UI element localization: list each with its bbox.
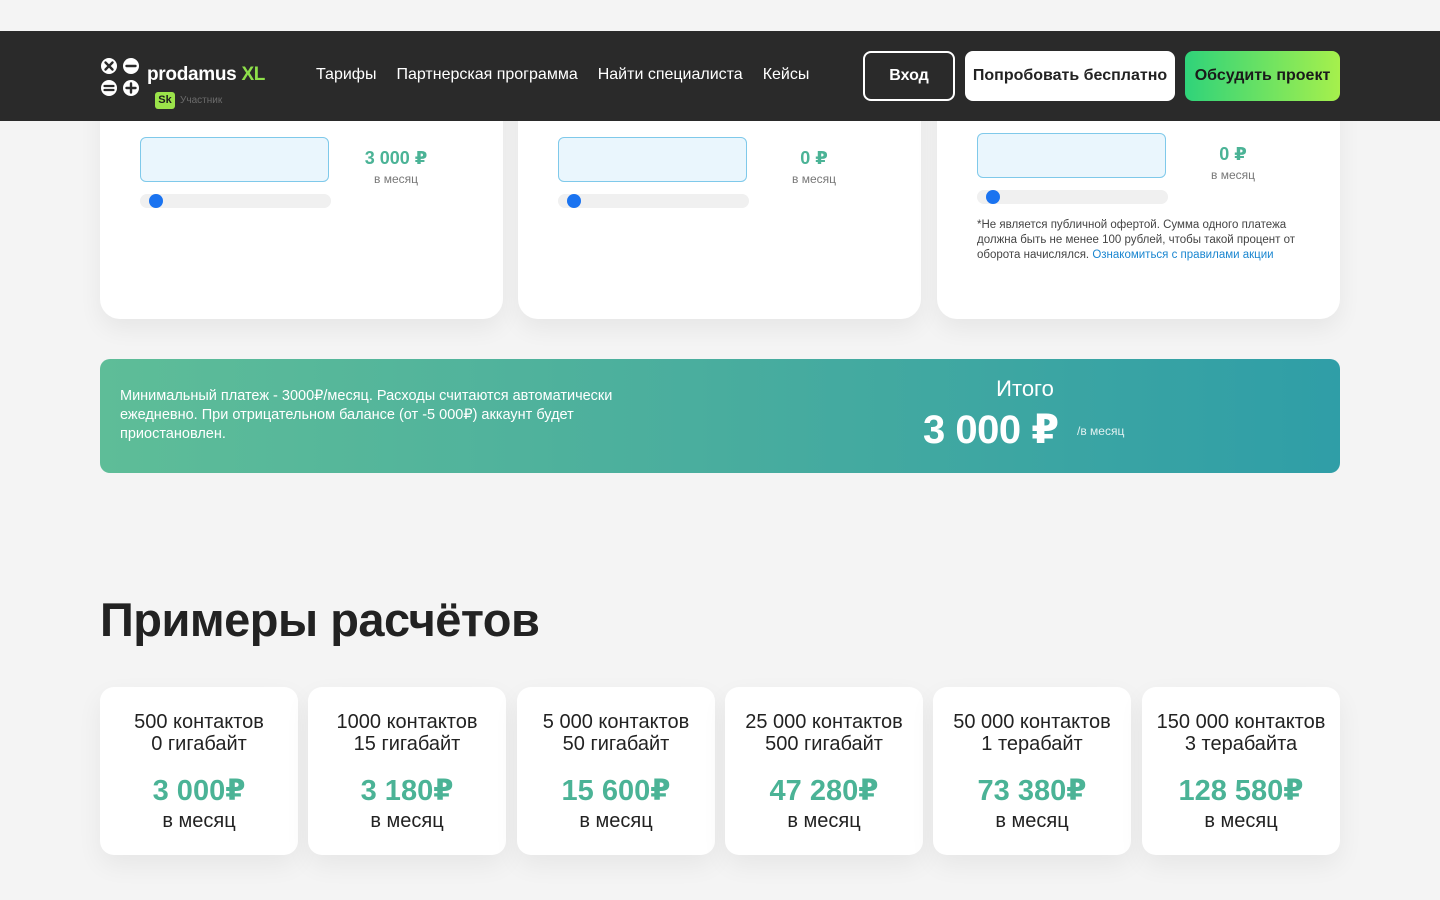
offer-disclaimer: *Не является публичной офертой. Сумма од… (977, 218, 1307, 263)
example-card: 500 контактов 0 гигабайт 3 000₽ в месяц (100, 687, 298, 855)
calculator-price-3: 0 ₽ (1219, 144, 1247, 164)
calculator-slider-3[interactable] (977, 190, 1168, 204)
total-amount: 3 000 ₽ (923, 408, 1059, 452)
calculator-unit-3: в месяц (1210, 168, 1255, 182)
example-card: 25 000 контактов 500 гигабайт 47 280₽ в … (725, 687, 923, 855)
nav-partner-program[interactable]: Партнерская программа (396, 66, 577, 84)
example-price: 73 380₽ (977, 775, 1087, 807)
example-unit: в месяц (1204, 810, 1278, 832)
example-storage: 3 терабайта (1184, 733, 1298, 755)
login-button[interactable]: Вход (863, 51, 955, 101)
example-contacts: 25 000 контактов (745, 711, 903, 733)
main-nav: Тарифы Партнерская программа Найти специ… (316, 66, 809, 84)
calculator-unit-1: в месяц (373, 172, 418, 186)
example-card: 150 000 контактов 3 терабайта 128 580₽ в… (1142, 687, 1340, 855)
calculator-input-2[interactable] (558, 137, 747, 182)
example-card: 1000 контактов 15 гигабайт 3 180₽ в меся… (308, 687, 506, 855)
nav-tariffs[interactable]: Тарифы (316, 66, 376, 84)
slider-thumb[interactable] (986, 190, 1000, 204)
example-storage: 50 гигабайт (562, 733, 670, 755)
skolkovo-badge-icon: Sk (155, 92, 175, 109)
example-storage: 15 гигабайт (353, 733, 461, 755)
total-label: Итого (996, 376, 1054, 401)
try-free-button[interactable]: Попробовать бесплатно (965, 51, 1175, 101)
billing-description: Минимальный платеж - 3000₽/месяц. Расход… (120, 388, 613, 442)
calculator-price-1: 3 000 ₽ (364, 148, 428, 168)
logo-calculator-icon (101, 58, 139, 96)
example-contacts: 500 контактов (134, 711, 264, 733)
calculator-input-1[interactable] (140, 137, 329, 182)
example-unit: в месяц (162, 810, 236, 832)
example-price: 47 280₽ (769, 775, 879, 807)
examples-title: Примеры расчётов (100, 593, 540, 646)
promo-rules-link[interactable]: Ознакомиться с правилами акции (1092, 249, 1273, 261)
calculator-unit-2: в месяц (791, 172, 836, 186)
example-unit: в месяц (787, 810, 861, 832)
site-header: prodamus XL Sk Участник Тарифы Партнерск… (0, 31, 1440, 121)
example-storage: 1 терабайт (981, 733, 1083, 755)
example-unit: в месяц (579, 810, 653, 832)
nav-cases[interactable]: Кейсы (763, 66, 810, 84)
example-price: 15 600₽ (561, 775, 671, 807)
example-storage: 500 гигабайт (765, 733, 883, 755)
slider-thumb[interactable] (149, 194, 163, 208)
slider-thumb[interactable] (567, 194, 581, 208)
example-card: 50 000 контактов 1 терабайт 73 380₽ в ме… (933, 687, 1131, 855)
logo-xl: XL (241, 64, 266, 85)
calculator-price-2: 0 ₽ (800, 148, 828, 168)
calculator-input-3[interactable] (977, 133, 1166, 178)
skolkovo-label: Участник (180, 95, 223, 106)
example-contacts: 5 000 контактов (542, 711, 690, 733)
logo-text: prodamus (147, 64, 237, 85)
example-price: 3 000₽ (152, 775, 246, 807)
total-unit: /в месяц (1077, 424, 1125, 438)
example-contacts: 1000 контактов (336, 711, 478, 733)
example-price: 128 580₽ (1178, 775, 1304, 807)
example-card: 5 000 контактов 50 гигабайт 15 600₽ в ме… (517, 687, 715, 855)
calculator-slider-1[interactable] (140, 194, 331, 208)
logo-wordmark: prodamus XL (147, 64, 265, 86)
calculator-slider-2[interactable] (558, 194, 749, 208)
nav-find-specialist[interactable]: Найти специалиста (598, 66, 743, 84)
example-unit: в месяц (370, 810, 444, 832)
example-price: 3 180₽ (360, 775, 454, 807)
example-storage: 0 гигабайт (151, 733, 247, 755)
discuss-project-button[interactable]: Обсудить проект (1185, 51, 1340, 101)
total-banner: Минимальный платеж - 3000₽/месяц. Расход… (100, 359, 1340, 473)
example-contacts: 50 000 контактов (953, 711, 1111, 733)
example-contacts: 150 000 контактов (1156, 711, 1326, 733)
example-unit: в месяц (995, 810, 1069, 832)
prodamus-logo[interactable]: prodamus XL Sk Участник (100, 55, 270, 113)
